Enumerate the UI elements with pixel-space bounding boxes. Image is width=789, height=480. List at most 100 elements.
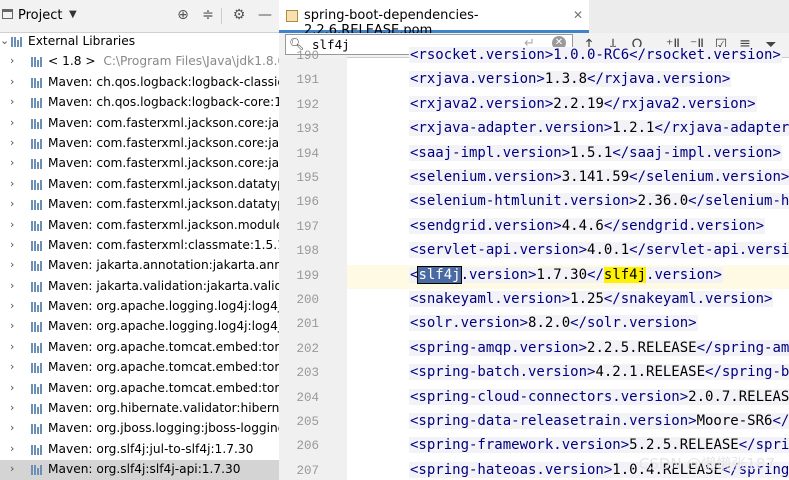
code-line[interactable]: <spring-data-releasetrain.version>Moore-… <box>347 411 789 435</box>
tree-item-library[interactable]: › Maven: org.apache.tomcat.embed:tomca <box>0 358 279 378</box>
code-area[interactable]: <rsocket.version>1.0.0-RC6</rsocket.vers… <box>347 47 789 480</box>
chevron-right-icon[interactable]: › <box>10 340 14 353</box>
tree-item-library[interactable]: › Maven: org.jboss.logging:jboss-logging: <box>0 419 279 439</box>
chevron-right-icon[interactable]: › <box>10 279 14 292</box>
code-line[interactable]: <snakeyaml.version>1.25</snakeyaml.versi… <box>347 289 789 313</box>
chevron-right-icon[interactable]: › <box>10 75 14 88</box>
chevron-right-icon[interactable]: › <box>10 116 14 129</box>
chevron-right-icon[interactable]: › <box>10 299 14 312</box>
line-number: 203 <box>296 366 319 381</box>
code-line[interactable]: <solr.version>8.2.0</solr.version> <box>347 313 789 337</box>
code-open-tag: <selenium-htmlunit.version> <box>410 193 638 210</box>
chevron-right-icon[interactable]: › <box>10 136 14 149</box>
library-icon <box>31 240 43 251</box>
chevron-right-icon[interactable]: › <box>10 381 14 394</box>
tree-item-label: Maven: org.slf4j:slf4j-api:1.7.30 <box>48 462 241 477</box>
tree-item-library[interactable]: › Maven: org.slf4j:jul-to-slf4j:1.7.30 <box>0 440 279 460</box>
chevron-right-icon[interactable]: › <box>10 258 14 271</box>
code-line[interactable]: <spring-cloud-connectors.version>2.0.7.R… <box>347 387 789 411</box>
tree-item-label: Maven: org.apache.tomcat.embed:tomca <box>48 339 279 354</box>
code-line[interactable]: <selenium.version>3.141.59</selenium.ver… <box>347 167 789 191</box>
tree-item-library[interactable]: › Maven: com.fasterxml.jackson.module:ja <box>0 216 279 236</box>
code-line[interactable]: <spring-batch.version>4.2.1.RELEASE</spr… <box>347 362 789 386</box>
tree-item-library[interactable]: › Maven: org.apache.logging.log4j:log4j-t <box>0 317 279 337</box>
close-icon[interactable]: ✕ <box>573 8 583 22</box>
watermark: CSDN @懒懒张187 <box>638 455 775 473</box>
tree-item-library[interactable]: › Maven: org.hibernate.validator:hibernat <box>0 399 279 419</box>
chevron-right-icon[interactable]: › <box>10 218 14 231</box>
line-number: 191 <box>296 73 319 88</box>
tree-item-label: Maven: org.hibernate.validator:hibernat <box>48 401 279 416</box>
line-number: 198 <box>296 244 319 259</box>
tree-item-library[interactable]: › Maven: com.fasterxml.jackson.datatype:j <box>0 195 279 215</box>
library-icon <box>31 362 43 374</box>
chevron-right-icon[interactable]: › <box>10 54 14 67</box>
code-value: 1.2.1 <box>612 120 655 137</box>
code-open-tag: <spring-cloud-connectors.version> <box>410 388 689 405</box>
chevron-down-icon[interactable]: ⌄ <box>0 34 9 47</box>
gear-icon[interactable]: ⚙ <box>230 6 248 24</box>
code-close-tag: </spring <box>738 437 789 454</box>
chevron-right-icon[interactable]: › <box>10 156 14 169</box>
tree-item-library[interactable]: › Maven: com.fasterxml.jackson.datatype:j <box>0 175 279 195</box>
tree-item-library[interactable]: › Maven: org.apache.tomcat.embed:tomca <box>0 338 279 358</box>
code-line[interactable]: <sendgrid.version>4.4.6</sendgrid.versio… <box>347 216 789 240</box>
tree-item-library[interactable]: › Maven: org.slf4j:slf4j-api:1.7.30 <box>0 460 279 480</box>
code-value: 4.0.1 <box>587 242 630 259</box>
code-line[interactable]: <saaj-impl.version>1.5.1</saaj-impl.vers… <box>347 143 789 167</box>
chevron-right-icon[interactable]: › <box>10 238 14 251</box>
tab-pom[interactable]: spring-boot-dependencies-2.2.6.RELEASE.p… <box>279 0 589 38</box>
code-line[interactable]: <rsocket.version>1.0.0-RC6</rsocket.vers… <box>347 45 789 69</box>
tree-item-library[interactable]: › Maven: org.apache.logging.log4j:log4j-a <box>0 297 279 317</box>
tree-item-library[interactable]: › Maven: jakarta.annotation:jakarta.annot… <box>0 256 279 276</box>
code-value: 2.36.0 <box>637 193 689 210</box>
project-tree: ⌄ External Libraries › < 1.8 > C:\Progra… <box>0 32 279 480</box>
code-open-tag: <snakeyaml.version> <box>410 291 571 307</box>
library-icon <box>31 118 43 129</box>
code-line[interactable]: <rxjava-adapter.version>1.2.1</rxjava-ad… <box>347 118 789 142</box>
code-open-tag: <rxjava.version> <box>410 71 545 88</box>
tree-item-library[interactable]: › Maven: org.apache.tomcat.embed:tomca <box>0 379 279 399</box>
library-icon <box>31 383 43 394</box>
code-line[interactable]: <rxjava.version>1.3.8</rxjava.version> <box>347 69 789 93</box>
chevron-right-icon[interactable]: › <box>10 462 14 475</box>
code-open-tag: <servlet-api.version> <box>410 242 588 259</box>
chevron-right-icon[interactable]: › <box>10 442 14 455</box>
chevron-right-icon[interactable]: › <box>10 421 14 434</box>
tree-item-library[interactable]: › Maven: com.fasterxml.jackson.core:jacks <box>0 154 279 174</box>
code-line[interactable]: <rxjava2.version>2.2.19</rxjava2.version… <box>347 94 789 118</box>
library-icon <box>31 281 43 292</box>
tree-item-library[interactable]: › Maven: ch.qos.logback:logback-classic:1… <box>0 73 279 93</box>
project-title[interactable]: Project <box>18 8 62 23</box>
code-text: <selenium-htmlunit.version>2.36.0</selen… <box>409 193 789 210</box>
tree-item-library[interactable]: › Maven: com.fasterxml:classmate:1.5.1 <box>0 236 279 256</box>
tree-item-label: Maven: com.fasterxml.jackson.core:jacks <box>48 135 279 150</box>
code-line[interactable]: <spring-amqp.version>2.2.5.RELEASE</spri… <box>347 338 789 362</box>
library-icon <box>31 301 43 313</box>
chevron-right-icon[interactable]: › <box>10 360 14 373</box>
chevron-right-icon[interactable]: › <box>10 95 14 108</box>
line-number: 207 <box>296 463 319 478</box>
tree-item-library[interactable]: › Maven: com.fasterxml.jackson.core:jacks <box>0 134 279 154</box>
target-icon[interactable]: ⊕ <box>174 6 192 24</box>
code-line[interactable]: <slf4j.version>1.7.30</slf4j.version> <box>347 264 789 289</box>
chevron-right-icon[interactable]: › <box>10 177 14 190</box>
chevron-right-icon[interactable]: › <box>10 401 14 414</box>
tree-item-library[interactable]: › Maven: com.fasterxml.jackson.core:jacks <box>0 114 279 134</box>
code-line[interactable]: <servlet-api.version>4.0.1</servlet-api.… <box>347 240 789 264</box>
tree-item-jdk[interactable]: › < 1.8 > C:\Program Files\Java\jdk1.8.0… <box>0 52 279 72</box>
code-line[interactable]: <selenium-htmlunit.version>2.36.0</selen… <box>347 191 789 215</box>
line-number: 204 <box>296 390 319 405</box>
line-gutter: 190 191 192 193 194 195 196 197 198 199 200 201 202 2… <box>279 49 347 480</box>
search-match: slf4j <box>603 266 647 283</box>
collapse-icon[interactable]: ≑ <box>199 6 217 24</box>
minimize-icon[interactable]: — <box>256 6 274 24</box>
chevron-down-icon[interactable]: ▼ <box>69 9 77 20</box>
tree-item-library[interactable]: › Maven: ch.qos.logback:logback-core:1.2. <box>0 93 279 113</box>
line-number: 201 <box>296 317 319 332</box>
chevron-right-icon[interactable]: › <box>10 197 14 210</box>
chevron-right-icon[interactable]: › <box>10 319 14 332</box>
tree-item-label: Maven: com.fasterxml.jackson.core:jacks <box>48 115 279 130</box>
tree-item-library[interactable]: › Maven: jakarta.validation:jakarta.valid… <box>0 277 279 297</box>
tree-item-external-libraries[interactable]: ⌄ External Libraries <box>0 32 279 52</box>
